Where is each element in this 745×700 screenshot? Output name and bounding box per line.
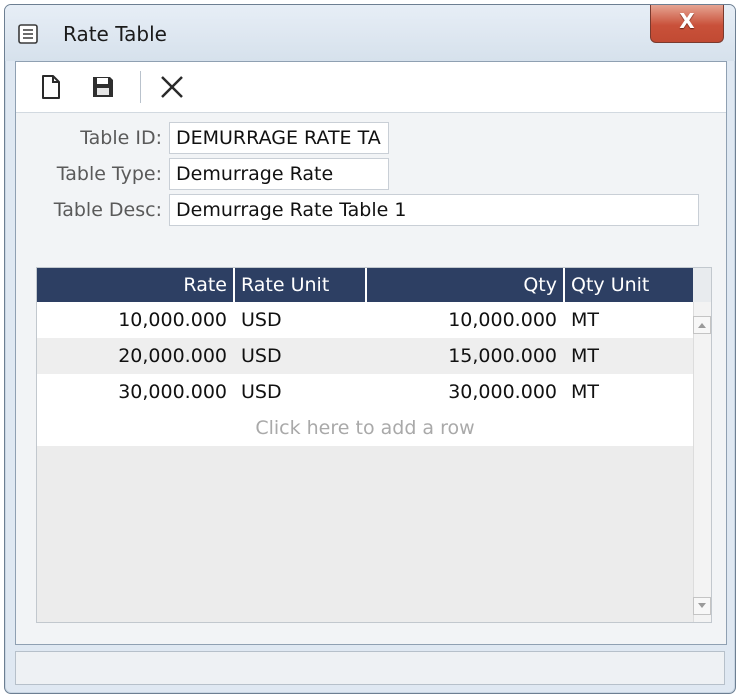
close-icon: X	[679, 9, 695, 33]
scroll-down-button[interactable]	[693, 597, 711, 615]
table-row[interactable]: 10,000.000 USD 10,000.000 MT	[37, 302, 693, 338]
new-document-icon	[42, 75, 60, 99]
cell-rate-unit[interactable]: USD	[235, 338, 365, 374]
vertical-scrollbar[interactable]	[693, 302, 711, 622]
cell-rate[interactable]: 30,000.000	[37, 374, 233, 410]
scroll-down-arrow-icon	[698, 603, 706, 608]
cell-rate-unit[interactable]: USD	[235, 302, 365, 338]
toolbar	[16, 62, 726, 113]
table-type-label: Table Type:	[56, 163, 162, 185]
table-row[interactable]: 30,000.000 USD 30,000.000 MT	[37, 374, 693, 410]
column-header-qty[interactable]: Qty	[367, 268, 563, 302]
grid-corner	[693, 268, 711, 302]
cell-qty[interactable]: 30,000.000	[367, 374, 563, 410]
table-id-field[interactable]: DEMURRAGE RATE TA	[169, 122, 389, 154]
add-row-prompt[interactable]: Click here to add a row	[37, 410, 693, 446]
column-header-rate-unit[interactable]: Rate Unit	[235, 268, 365, 302]
cell-rate[interactable]: 10,000.000	[37, 302, 233, 338]
delete-icon	[161, 76, 183, 98]
table-row[interactable]: 20,000.000 USD 15,000.000 MT	[37, 338, 693, 374]
app-window-icon	[18, 24, 38, 44]
delete-button[interactable]	[157, 72, 187, 102]
save-button[interactable]	[88, 72, 118, 102]
window-content: Table ID: DEMURRAGE RATE TA Table Type: …	[15, 61, 727, 645]
save-icon	[93, 77, 113, 97]
column-header-rate[interactable]: Rate	[37, 268, 233, 302]
cell-qty[interactable]: 15,000.000	[367, 338, 563, 374]
cell-rate-unit[interactable]: USD	[235, 374, 365, 410]
toolbar-separator	[140, 71, 141, 103]
scroll-up-arrow-icon	[698, 323, 706, 328]
table-type-field[interactable]: Demurrage Rate	[169, 158, 389, 190]
cell-qty[interactable]: 10,000.000	[367, 302, 563, 338]
window-title: Rate Table	[63, 22, 167, 46]
table-desc-field[interactable]: Demurrage Rate Table 1	[169, 194, 699, 226]
status-bar	[15, 651, 725, 685]
scroll-up-button[interactable]	[693, 316, 711, 334]
cell-rate[interactable]: 20,000.000	[37, 338, 233, 374]
rate-table-window: Rate Table X Table ID: DEMURRAGE RATE TA…	[4, 4, 736, 694]
new-button[interactable]	[36, 72, 66, 102]
column-header-qty-unit[interactable]: Qty Unit	[565, 268, 693, 302]
rate-grid: Rate Rate Unit Qty Qty Unit 10,000.000 U…	[36, 267, 712, 623]
cell-qty-unit[interactable]: MT	[565, 374, 693, 410]
table-desc-label: Table Desc:	[53, 199, 162, 221]
table-id-label: Table ID:	[80, 127, 162, 149]
cell-qty-unit[interactable]: MT	[565, 302, 693, 338]
title-bar[interactable]: Rate Table X	[5, 5, 735, 61]
grid-header: Rate Rate Unit Qty Qty Unit	[37, 268, 693, 302]
cell-qty-unit[interactable]: MT	[565, 338, 693, 374]
close-button[interactable]: X	[650, 5, 724, 43]
